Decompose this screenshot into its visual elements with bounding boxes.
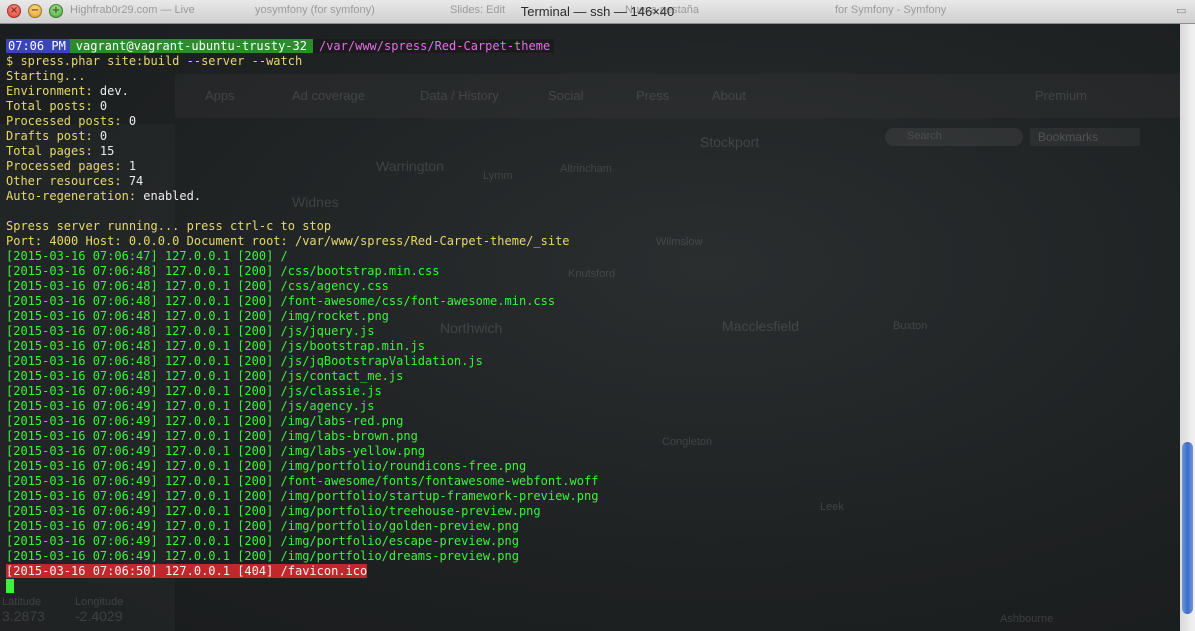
prompt-user-host: vagrant@vagrant-ubuntu-trusty-32 (69, 39, 313, 53)
map-longitude-value: -2.4029 (75, 608, 123, 624)
build-info-value: 0 (99, 99, 108, 113)
log-line: [2015-03-16 07:06:49] 127.0.0.1 [200] /f… (6, 474, 599, 488)
prompt-time: 07:06 PM (6, 39, 70, 53)
build-info-label: Starting... (6, 69, 86, 83)
map-latitude-label: Latitude (2, 596, 42, 608)
build-info-line: Auto-regeneration: enabled. (6, 189, 1176, 204)
scrollbar-thumb[interactable] (1182, 442, 1193, 614)
title-bar[interactable]: Highfrab0r29.com — Live yosymfony (for s… (0, 0, 1195, 24)
terminal-cursor (6, 579, 14, 593)
log-line: [2015-03-16 07:06:49] 127.0.0.1 [200] /i… (6, 414, 404, 428)
log-line: [2015-03-16 07:06:48] 127.0.0.1 [200] /j… (6, 354, 483, 368)
build-info-value: enabled. (143, 189, 202, 203)
server-message: Spress server running... press ctrl-c to… (6, 219, 332, 233)
build-info-value: 74 (128, 174, 144, 188)
map-latitude-value: 3.2873 (2, 608, 45, 624)
prompt-path: /var/www/spress/Red-Carpet-theme (312, 39, 555, 53)
build-info-value: 15 (99, 144, 115, 158)
build-info-line: Total posts: 0 (6, 99, 1176, 114)
build-info-value: 1 (128, 159, 137, 173)
prompt-line: 07:06 PM vagrant@vagrant-ubuntu-trusty-32… (6, 39, 1176, 54)
terminal-output[interactable]: 07:06 PM vagrant@vagrant-ubuntu-trusty-32… (6, 39, 1176, 594)
command-line: $ spress.phar site:build --server --watc… (6, 54, 303, 68)
log-line: [2015-03-16 07:06:49] 127.0.0.1 [200] /i… (6, 459, 527, 473)
build-info-line: Starting... (6, 69, 1176, 84)
build-info-line: Processed pages: 1 (6, 159, 1176, 174)
cursor-line[interactable] (6, 579, 1176, 594)
build-info-label: Total pages: (6, 144, 100, 158)
build-info-label: Environment: (6, 84, 100, 98)
log-line: [2015-03-16 07:06:49] 127.0.0.1 [200] /i… (6, 534, 519, 548)
toolbar-toggle-icon[interactable]: ▭ (1176, 4, 1186, 17)
server-info: Port: 4000 Host: 0.0.0.0 Document root: … (6, 234, 570, 248)
log-line: [2015-03-16 07:06:48] 127.0.0.1 [200] /j… (6, 324, 375, 338)
build-info-line: Drafts post: 0 (6, 129, 1176, 144)
map-longitude-label: Longitude (75, 596, 124, 608)
error-log-line: [2015-03-16 07:06:50] 127.0.0.1 [404] /f… (6, 564, 368, 578)
build-info-value: 0 (99, 129, 108, 143)
build-info-label: Other resources: (6, 174, 129, 188)
log-line: [2015-03-16 07:06:49] 127.0.0.1 [200] /j… (6, 399, 375, 413)
build-info-label: Drafts post: (6, 129, 100, 143)
build-info-block: Starting... Environment: dev. Total posts:… (6, 69, 1176, 204)
build-info-line: Processed posts: 0 (6, 114, 1176, 129)
build-info-value: dev. (99, 84, 129, 98)
log-line: [2015-03-16 07:06:49] 127.0.0.1 [200] /i… (6, 429, 418, 443)
build-info-value: 0 (128, 114, 137, 128)
log-line: [2015-03-16 07:06:49] 127.0.0.1 [200] /i… (6, 549, 519, 563)
build-info-label: Auto-regeneration: (6, 189, 144, 203)
log-line: [2015-03-16 07:06:48] 127.0.0.1 [200] /j… (6, 339, 426, 353)
build-info-line: Total pages: 15 (6, 144, 1176, 159)
log-line: [2015-03-16 07:06:48] 127.0.0.1 [200] /c… (6, 264, 440, 278)
window-title: Terminal — ssh — 146×40 (520, 4, 675, 19)
log-line: [2015-03-16 07:06:47] 127.0.0.1 [200] / (6, 249, 288, 263)
log-line: [2015-03-16 07:06:48] 127.0.0.1 [200] /f… (6, 294, 556, 308)
log-line: [2015-03-16 07:06:48] 127.0.0.1 [200] /i… (6, 309, 389, 323)
build-info-line: Environment: dev. (6, 84, 1176, 99)
request-log: [2015-03-16 07:06:47] 127.0.0.1 [200] /[… (6, 249, 1176, 564)
build-info-label: Total posts: (6, 99, 100, 113)
map-town: Ashbourne (1000, 613, 1054, 625)
log-line: [2015-03-16 07:06:48] 127.0.0.1 [200] /j… (6, 369, 404, 383)
log-line: [2015-03-16 07:06:49] 127.0.0.1 [200] /j… (6, 384, 382, 398)
terminal-window: Apps Ad coverage Data / History Social P… (0, 0, 1195, 631)
error-line-row: [2015-03-16 07:06:50] 127.0.0.1 [404] /f… (6, 564, 1176, 579)
build-info-line: Other resources: 74 (6, 174, 1176, 189)
log-line: [2015-03-16 07:06:48] 127.0.0.1 [200] /c… (6, 279, 389, 293)
build-info-label: Processed pages: (6, 159, 129, 173)
log-line: [2015-03-16 07:06:49] 127.0.0.1 [200] /i… (6, 444, 426, 458)
log-line: [2015-03-16 07:06:49] 127.0.0.1 [200] /i… (6, 504, 541, 518)
log-line: [2015-03-16 07:06:49] 127.0.0.1 [200] /i… (6, 489, 599, 503)
build-info-label: Processed posts: (6, 114, 129, 128)
log-line: [2015-03-16 07:06:49] 127.0.0.1 [200] /i… (6, 519, 519, 533)
